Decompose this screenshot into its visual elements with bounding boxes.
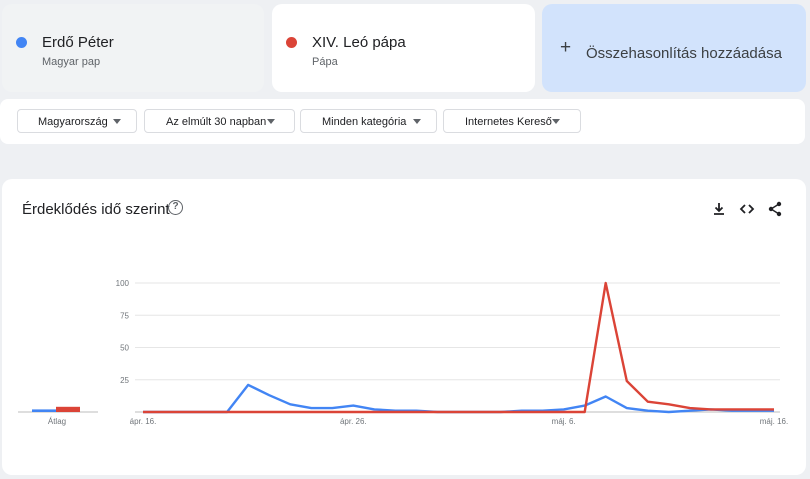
x-tick-label: máj. 16. [760, 417, 788, 426]
filter-bar: Magyarország Az elmúlt 30 napban Minden … [0, 99, 805, 144]
term-color-dot [16, 37, 27, 48]
filter-search-type-dropdown[interactable]: Internetes Kereső [443, 109, 581, 133]
caret-down-icon [267, 119, 275, 124]
term-card-erdo-peter[interactable]: Erdő Péter Magyar pap [2, 4, 264, 92]
average-bar [56, 406, 80, 412]
x-tick-label: máj. 6. [552, 417, 576, 426]
term-subtitle: Pápa [312, 56, 338, 68]
x-tick-label: ápr. 16. [130, 417, 157, 426]
y-tick-label: 50 [120, 344, 129, 353]
filter-region-dropdown[interactable]: Magyarország [17, 109, 137, 133]
add-comparison-button[interactable]: + Összehasonlítás hozzáadása [542, 4, 806, 92]
interest-line-chart: 100 75 50 25 ápr. 16. ápr. 26. máj. 6. máj. 16.… [18, 279, 788, 426]
series-line [143, 383, 774, 414]
filter-label: Minden kategória [322, 116, 407, 128]
add-comparison-label: Összehasonlítás hozzáadása [586, 45, 782, 62]
y-tick-label: 75 [120, 311, 129, 320]
filter-label: Internetes Kereső [465, 116, 552, 128]
caret-down-icon [552, 119, 560, 124]
caret-down-icon [413, 119, 421, 124]
filter-category-dropdown[interactable]: Minden kategória [300, 109, 437, 133]
interest-over-time-card: Érdeklődés idő szerint ? 100 75 50 25 ápr. 1… [2, 179, 806, 475]
caret-down-icon [113, 119, 121, 124]
x-tick-label: ápr. 26. [340, 417, 367, 426]
y-tick-label: 25 [120, 376, 129, 385]
term-color-dot [286, 37, 297, 48]
term-subtitle: Magyar pap [42, 56, 101, 68]
filter-time-range-dropdown[interactable]: Az elmúlt 30 napban [144, 109, 295, 133]
term-name: Erdő Péter [42, 34, 114, 51]
average-bar [32, 409, 56, 412]
plus-icon: + [560, 37, 572, 58]
filter-label: Az elmúlt 30 napban [166, 116, 267, 128]
term-name: XIV. Leó pápa [312, 34, 406, 51]
term-card-xiv-leo-papa[interactable]: XIV. Leó pápa Pápa [272, 4, 535, 92]
filter-label: Magyarország [38, 116, 108, 128]
average-label: Átlag [48, 417, 66, 426]
y-tick-label: 100 [116, 279, 130, 288]
